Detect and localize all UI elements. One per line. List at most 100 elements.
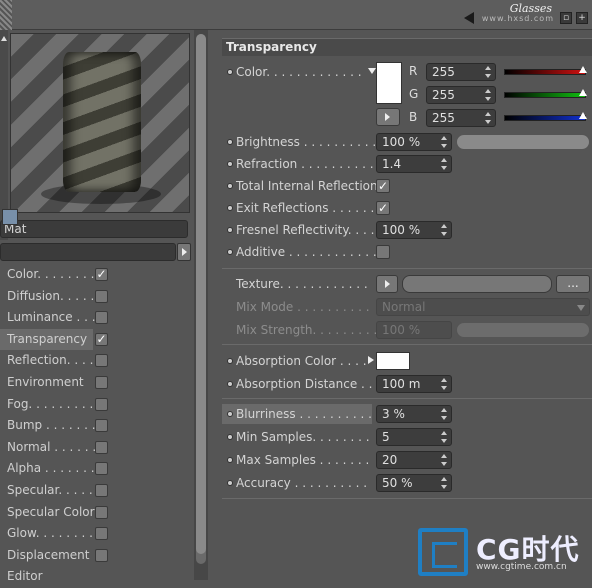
fresnel-row: Fresnel Reflectivity. . . . 100 % — [222, 220, 592, 240]
mix-strength-field[interactable]: 100 % — [376, 321, 452, 339]
divider — [222, 498, 592, 499]
absorption-color-row: Absorption Color . . . . — [222, 351, 592, 371]
tir-checkbox[interactable]: ✓ — [376, 179, 390, 193]
material-icon — [2, 209, 18, 225]
channel-editor[interactable]: Editor — [0, 566, 192, 588]
channel-diffusion-checkbox[interactable] — [95, 289, 108, 303]
green-slider-handle[interactable] — [579, 89, 587, 96]
channel-fog-checkbox[interactable] — [95, 397, 108, 411]
blurriness-row: Blurriness . . . . . . . . . . — [222, 404, 372, 424]
material-dropdown[interactable] — [0, 243, 176, 261]
channel-displacement-checkbox[interactable] — [95, 548, 108, 562]
blurriness-field[interactable]: 3 % — [376, 405, 452, 423]
color-b-field[interactable]: 255 — [426, 109, 496, 127]
channel-specular-checkbox[interactable] — [95, 483, 108, 497]
min-samples-field[interactable]: 5 — [376, 428, 452, 446]
channel-displacement[interactable]: Displacement — [0, 545, 192, 567]
max-samples-row: Max Samples . . . . . . . 20 — [222, 450, 592, 470]
channel-alpha[interactable]: Alpha . . . . . . . — [0, 458, 192, 480]
additive-checkbox[interactable] — [376, 245, 390, 259]
channel-environment-checkbox[interactable] — [95, 375, 108, 389]
exit-reflections-row: Exit Reflections . . . . . . ✓ — [222, 198, 592, 218]
red-slider-handle[interactable] — [579, 66, 587, 73]
channel-list: Color. . . . . . . . ✓ Diffusion. . . . .… — [0, 264, 192, 588]
preview-object — [63, 52, 141, 192]
material-arrow-button[interactable] — [177, 243, 191, 261]
mix-mode-select[interactable]: Normal — [376, 298, 590, 316]
material-name-field[interactable]: Mat — [0, 220, 188, 238]
absorption-color-swatch[interactable] — [376, 352, 410, 370]
red-slider[interactable] — [504, 66, 587, 75]
title-bar: Glasses www.hxsd.com ▫ + — [0, 0, 592, 30]
exit-reflections-checkbox[interactable]: ✓ — [376, 201, 390, 215]
fresnel-field[interactable]: 100 % — [376, 221, 452, 239]
color-expand-icon[interactable] — [368, 68, 376, 74]
texture-play-button[interactable] — [376, 275, 398, 293]
channel-color-checkbox[interactable]: ✓ — [95, 268, 108, 281]
channel-color[interactable]: Color. . . . . . . . ✓ — [0, 264, 192, 286]
hatch-grip[interactable] — [0, 0, 12, 30]
channel-reflection[interactable]: Reflection. . . . . — [0, 350, 192, 372]
brightness-row: Brightness . . . . . . . . . . 100 % — [222, 132, 592, 152]
channel-fog[interactable]: Fog. . . . . . . . . — [0, 394, 192, 416]
channel-reflection-checkbox[interactable] — [95, 354, 108, 368]
texture-more-button[interactable]: ... — [556, 275, 590, 293]
anim-dot[interactable] — [227, 69, 233, 75]
watermark: CG时代 www.cgtime.com.cn — [418, 524, 592, 580]
brightness-slider[interactable] — [456, 134, 590, 150]
channel-glow-checkbox[interactable] — [95, 527, 108, 541]
blue-slider[interactable] — [504, 112, 587, 121]
channel-normal-checkbox[interactable] — [95, 440, 108, 454]
mix-strength-row: Mix Strength. . . . . . . . . 100 % — [222, 320, 592, 340]
mix-mode-row: Mix Mode . . . . . . . . . . Normal — [222, 297, 592, 317]
panel-scrollbar[interactable] — [194, 30, 208, 580]
channel-specular[interactable]: Specular. . . . . . — [0, 480, 192, 502]
blue-slider-handle[interactable] — [579, 112, 587, 119]
channel-transparency[interactable]: Transparency ✓ — [0, 328, 108, 351]
channel-luminance-checkbox[interactable] — [95, 311, 108, 325]
color-swatch[interactable] — [376, 62, 402, 104]
color-picker-button[interactable] — [376, 108, 400, 126]
scroll-up-icon[interactable] — [1, 36, 7, 41]
channel-specular-color-checkbox[interactable] — [95, 505, 108, 519]
texture-row: Texture. . . . . . . . . . . . ... — [222, 274, 592, 294]
channel-specular-color[interactable]: Specular Color — [0, 502, 192, 524]
material-preview[interactable] — [10, 33, 190, 213]
mix-strength-slider[interactable] — [456, 322, 590, 338]
channel-environment[interactable]: Environment — [0, 372, 192, 394]
absorption-distance-field[interactable]: 100 m — [376, 375, 452, 393]
channel-glow[interactable]: Glow. . . . . . . . — [0, 523, 192, 545]
stepper-icon[interactable] — [485, 89, 491, 101]
channel-transparency-checkbox[interactable]: ✓ — [95, 332, 108, 346]
channel-normal[interactable]: Normal . . . . . . — [0, 437, 192, 459]
color-r-field[interactable]: 255 — [426, 63, 496, 81]
refraction-field[interactable]: 1.4 — [376, 155, 452, 173]
stepper-icon[interactable] — [485, 66, 491, 78]
tir-row: Total Internal Reflection ✓ — [222, 176, 592, 196]
refraction-row: Refraction . . . . . . . . . . 1.4 — [222, 154, 592, 174]
color-g-field[interactable]: 255 — [426, 86, 496, 104]
channel-bump[interactable]: Bump . . . . . . . — [0, 415, 192, 437]
add-icon[interactable]: + — [576, 12, 588, 24]
green-slider[interactable] — [504, 89, 587, 98]
channel-bump-checkbox[interactable] — [95, 419, 108, 433]
material-panel: Mat Color. . . . . . . . ✓ Diffusion. . .… — [0, 30, 194, 583]
texture-slot[interactable] — [402, 275, 552, 293]
divider — [222, 398, 592, 399]
section-title: Transparency — [222, 38, 592, 56]
chevron-down-icon — [577, 305, 585, 311]
absorption-expand-icon[interactable] — [368, 356, 374, 364]
stepper-icon[interactable] — [485, 112, 491, 124]
channel-alpha-checkbox[interactable] — [95, 462, 108, 476]
channel-luminance[interactable]: Luminance . . . . — [0, 307, 192, 329]
channel-diffusion[interactable]: Diffusion. . . . . . — [0, 286, 192, 308]
watermark-url: www.hxsd.com — [481, 14, 554, 23]
transparency-panel: Transparency Color. . . . . . . . . . . … — [216, 30, 592, 580]
lock-icon[interactable]: ▫ — [560, 12, 572, 24]
accuracy-field[interactable]: 50 % — [376, 474, 452, 492]
scroll-thumb[interactable] — [196, 34, 206, 554]
back-arrow-icon[interactable] — [464, 12, 474, 24]
watermark-logo-icon — [418, 528, 468, 576]
brightness-field[interactable]: 100 % — [376, 133, 452, 151]
max-samples-field[interactable]: 20 — [376, 451, 452, 469]
